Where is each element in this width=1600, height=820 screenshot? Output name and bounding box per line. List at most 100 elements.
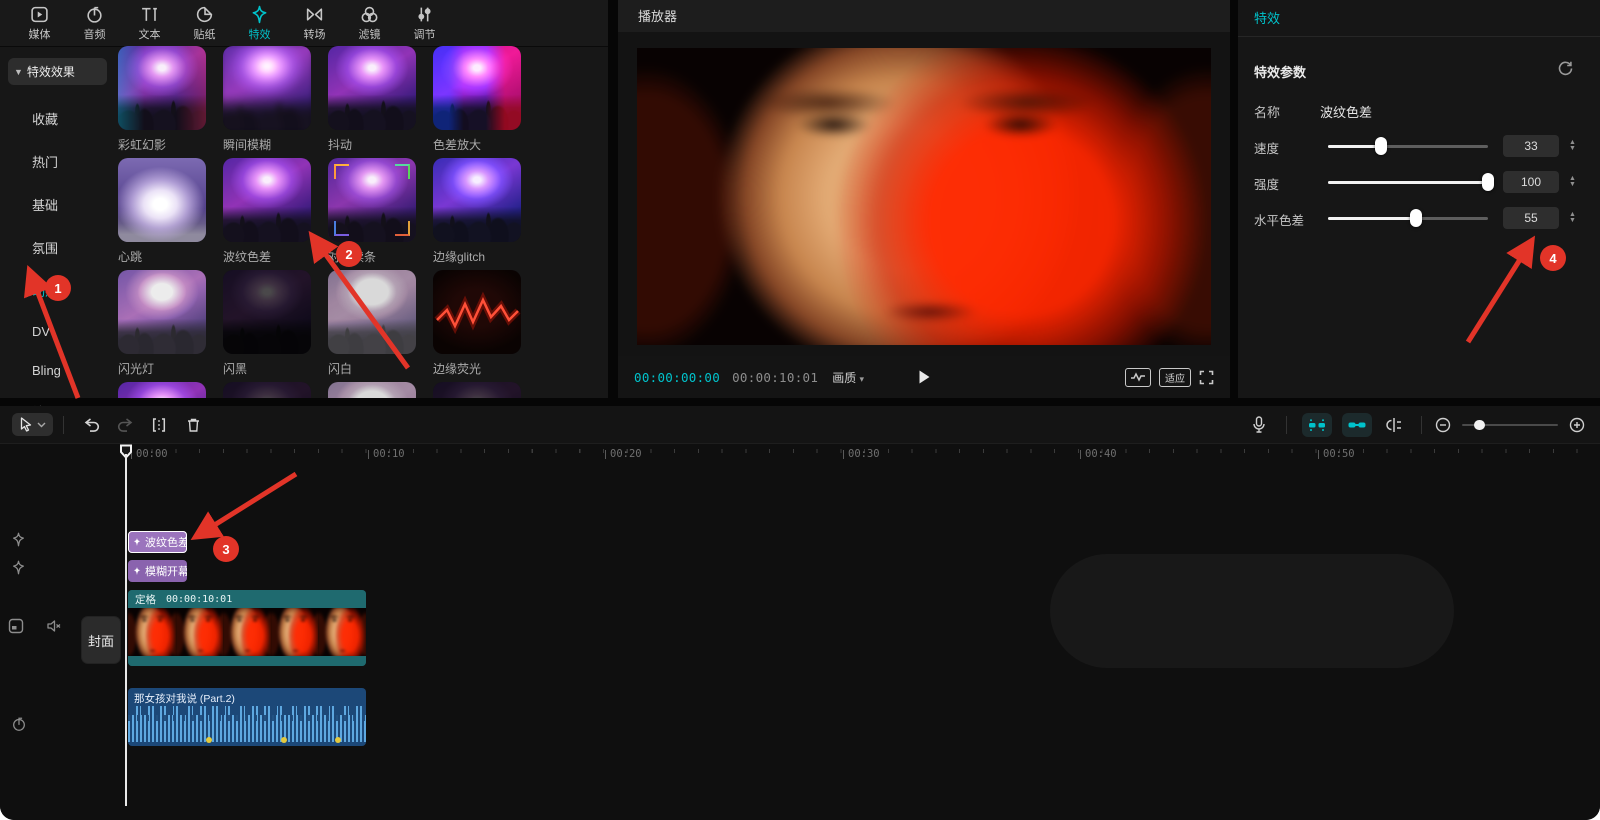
delete-button[interactable]: [176, 417, 210, 433]
effect-card-partial[interactable]: [223, 382, 311, 398]
effect-card-instant-blur[interactable]: 瞬间模糊: [223, 46, 311, 158]
divider: [63, 416, 64, 434]
effect-thumbnail: [433, 158, 521, 242]
speed-value-input[interactable]: 33: [1503, 135, 1559, 157]
inspector-tab-effects[interactable]: 特效: [1238, 0, 1600, 37]
timeline-ruler[interactable]: 00:00 00:10 00:20 00:30 00:40 00:50: [0, 444, 1600, 466]
category-basic[interactable]: 基础: [0, 195, 115, 214]
tab-transition[interactable]: 转场: [287, 0, 342, 46]
split-button[interactable]: [142, 417, 176, 433]
effect-card-partial[interactable]: [433, 382, 521, 398]
microphone-icon: [1252, 416, 1266, 433]
stepper-down-icon[interactable]: ▼: [1569, 146, 1576, 152]
link-clips-toggle[interactable]: [1342, 413, 1372, 437]
effect-track-icon[interactable]: [11, 560, 26, 575]
effect-card-partial[interactable]: [118, 382, 206, 398]
effect-category-sidebar: ▼ 特效效果 收藏 热门 基础 氛围 动感 DV Bling 综艺: [0, 46, 115, 398]
effect-card-flash-white[interactable]: 闪白: [328, 270, 416, 382]
effect-thumbnail: [223, 270, 311, 354]
video-clip[interactable]: 定格 00:00:10:01: [128, 590, 366, 666]
hide-track-icon[interactable]: [8, 618, 24, 634]
category-atmosphere[interactable]: 氛围: [0, 238, 115, 257]
redo-button[interactable]: [108, 417, 142, 433]
caret-down-icon: ▾: [860, 374, 865, 384]
slider-handle[interactable]: [1375, 137, 1387, 155]
effect-card-shake[interactable]: 抖动: [328, 46, 416, 158]
zoom-in-button[interactable]: [1566, 417, 1588, 433]
effect-name: 闪黑: [223, 354, 311, 382]
effect-thumbnail: [118, 46, 206, 130]
effect-card-edge-glitch[interactable]: 边缘glitch: [433, 158, 521, 270]
timeline-toolbar: [0, 406, 1600, 444]
background-highlight: [1050, 554, 1454, 668]
tab-label: 文本: [139, 26, 161, 42]
audio-clip-title: 那女孩对我说 (Part.2): [128, 688, 366, 707]
tab-audio[interactable]: 音频: [67, 0, 122, 46]
audio-waveform: [128, 706, 366, 742]
stepper-down-icon[interactable]: ▼: [1569, 182, 1576, 188]
ruler-label: 00:50: [1318, 448, 1355, 460]
intensity-value-input[interactable]: 100: [1503, 171, 1559, 193]
fit-button[interactable]: 适应: [1159, 368, 1191, 387]
zoom-out-button[interactable]: [1432, 417, 1454, 433]
effect-card-partial[interactable]: [328, 382, 416, 398]
effect-card-heartbeat[interactable]: 心跳: [118, 158, 206, 270]
effect-name: 心跳: [118, 242, 206, 270]
category-bling[interactable]: Bling: [0, 363, 115, 378]
tab-text[interactable]: 文本: [122, 0, 177, 46]
slider-handle[interactable]: [1410, 209, 1422, 227]
horizontal-chroma-stepper[interactable]: ▲▼: [1565, 207, 1580, 229]
annotation-step-4: 4: [1540, 245, 1566, 271]
category-favorites[interactable]: 收藏: [0, 109, 115, 128]
effect-card-edge-neon[interactable]: 边缘荧光: [433, 270, 521, 382]
effect-card-chroma-zoom[interactable]: 色差放大: [433, 46, 521, 158]
effect-card-rainbow[interactable]: 彩虹幻影: [118, 46, 206, 158]
effect-card-flash-black[interactable]: 闪黑: [223, 270, 311, 382]
intensity-slider[interactable]: [1328, 170, 1488, 194]
timeline-tracks: 封面 波纹色差 模糊开幕 定格 00:00:10:01: [0, 466, 1600, 820]
effect-card-strobe[interactable]: 闪光灯: [118, 270, 206, 382]
mute-track-icon[interactable]: [46, 618, 62, 634]
reset-icon: [1557, 60, 1574, 77]
reset-button[interactable]: [1557, 60, 1574, 77]
preview-axis-button[interactable]: [1377, 417, 1411, 433]
speed-stepper[interactable]: ▲▼: [1565, 135, 1580, 157]
category-dv[interactable]: DV: [0, 324, 115, 339]
tab-media[interactable]: 媒体: [12, 0, 67, 46]
tab-adjust[interactable]: 调节: [397, 0, 452, 46]
effect-card-ripple-chroma[interactable]: 波纹色差: [223, 158, 311, 270]
fullscreen-icon[interactable]: [1199, 370, 1214, 385]
tab-filter[interactable]: 滤镜: [342, 0, 397, 46]
tab-effects[interactable]: 特效: [232, 0, 287, 46]
effect-track-icon[interactable]: [11, 532, 26, 547]
speed-slider[interactable]: [1328, 134, 1488, 158]
timeline-zoom-slider[interactable]: [1462, 418, 1558, 432]
effect-clip-ripple-chroma[interactable]: 波纹色差: [128, 531, 187, 553]
effect-clip-blur-opening[interactable]: 模糊开幕: [128, 560, 187, 582]
inspector-section-title: 特效参数: [1254, 62, 1306, 81]
intensity-stepper[interactable]: ▲▼: [1565, 171, 1580, 193]
caret-down-icon: ▼: [14, 67, 23, 77]
slider-handle[interactable]: [1482, 173, 1494, 191]
ruler-label: 00:30: [843, 448, 880, 460]
record-voiceover-button[interactable]: [1242, 416, 1276, 433]
scopes-button[interactable]: [1125, 368, 1151, 387]
horizontal-chroma-value-input[interactable]: 55: [1503, 207, 1559, 229]
undo-button[interactable]: [74, 417, 108, 433]
slider-handle[interactable]: [1474, 420, 1485, 430]
select-tool-button[interactable]: [12, 413, 53, 436]
effect-root-category[interactable]: ▼ 特效效果: [8, 58, 107, 85]
play-button[interactable]: [916, 369, 932, 385]
audio-track-icon[interactable]: [11, 716, 27, 732]
effect-thumbnail: [223, 158, 311, 242]
audio-clip[interactable]: 那女孩对我说 (Part.2): [128, 688, 366, 746]
horizontal-chroma-slider[interactable]: [1328, 206, 1488, 230]
video-preview[interactable]: [637, 48, 1211, 345]
quality-dropdown[interactable]: 画质 ▾: [832, 369, 864, 386]
tab-sticker[interactable]: 贴纸: [177, 0, 232, 46]
viewfinder-corner-icon: [334, 164, 349, 179]
category-hot[interactable]: 热门: [0, 152, 115, 171]
auto-snap-toggle[interactable]: [1302, 413, 1332, 437]
stepper-down-icon[interactable]: ▼: [1569, 218, 1576, 224]
cover-button[interactable]: 封面: [82, 617, 120, 663]
